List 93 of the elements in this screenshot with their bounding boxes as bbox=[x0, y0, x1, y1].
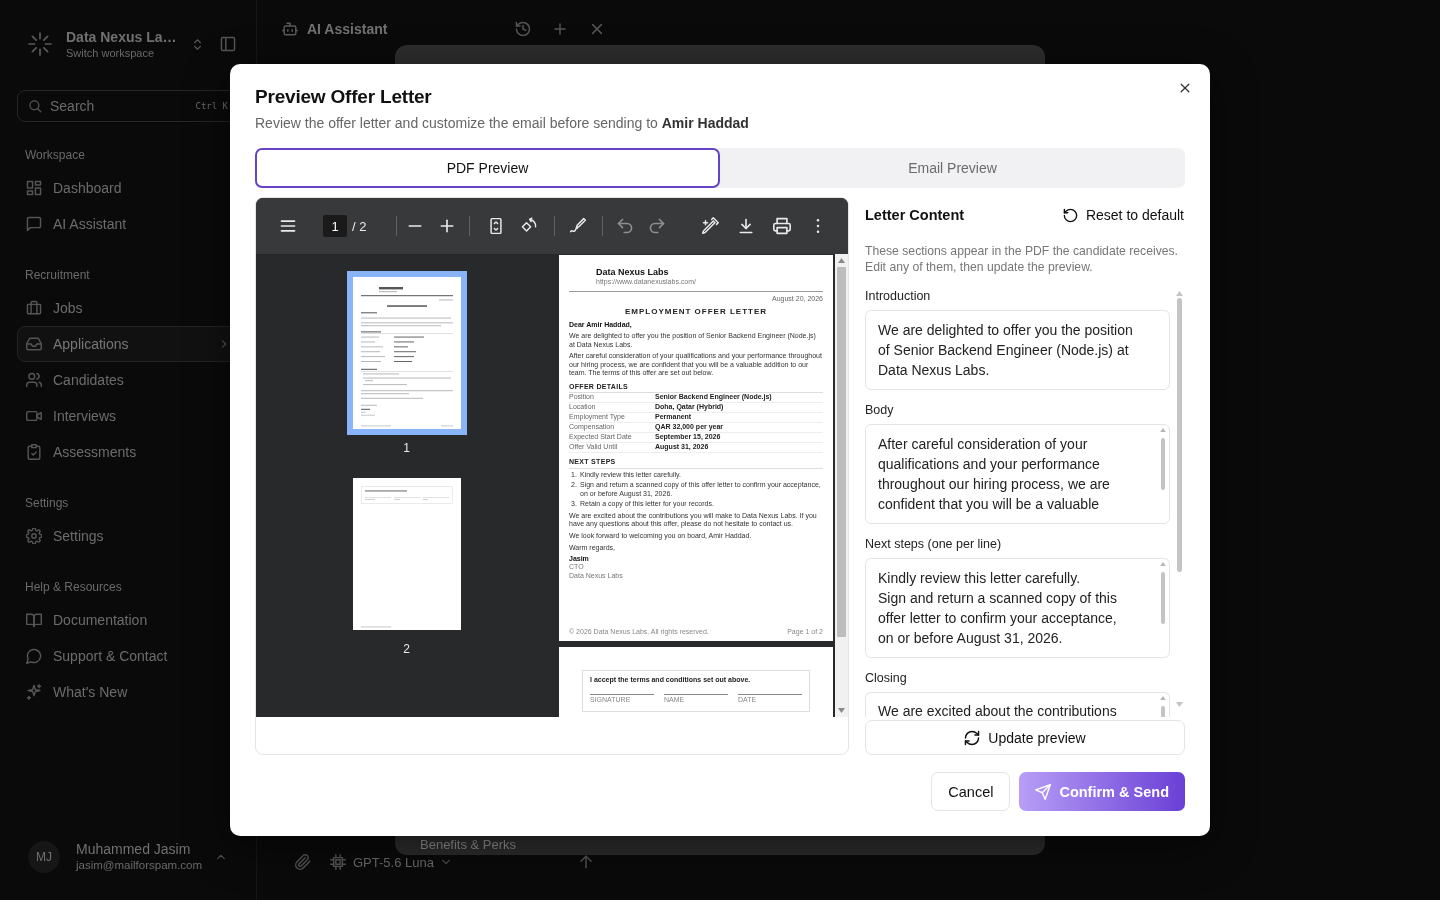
tab[interactable]: PDF Preview bbox=[255, 148, 720, 188]
scroll-down-arrow-icon[interactable] bbox=[1175, 702, 1183, 707]
nav-item[interactable]: Support & Contact bbox=[17, 638, 239, 674]
clipboard-check-icon bbox=[26, 444, 42, 460]
fill-in-line bbox=[590, 692, 654, 695]
nav-item[interactable]: What's New bbox=[17, 674, 239, 710]
tab[interactable]: Email Preview bbox=[720, 148, 1185, 188]
company-name: Data Nexus Labs bbox=[596, 267, 670, 278]
update-preview-button[interactable]: Update preview bbox=[865, 720, 1185, 755]
download-icon[interactable] bbox=[737, 217, 755, 235]
page-count: / 2 bbox=[352, 218, 368, 234]
open-book-icon bbox=[26, 612, 42, 628]
field-label: Body bbox=[865, 402, 895, 418]
page-number-field[interactable]: 1 bbox=[323, 215, 347, 237]
section-title: Help & Resources bbox=[24, 579, 123, 596]
nav-item[interactable]: Documentation bbox=[17, 602, 239, 638]
fill-in-line bbox=[664, 692, 728, 695]
scrollbar-thumb[interactable] bbox=[1160, 438, 1165, 490]
grid-icon bbox=[26, 180, 42, 196]
scroll-up-arrow-icon[interactable] bbox=[838, 258, 845, 263]
section-title: Recruitment bbox=[24, 267, 91, 284]
fit-page-icon[interactable] bbox=[487, 217, 505, 235]
plus-icon[interactable] bbox=[438, 217, 456, 235]
text-area[interactable]: We are delighted to offer you the position of Senior Backend Engineer (Node.js) at Data Nexus Labs. bbox=[865, 310, 1170, 390]
menu-icon[interactable] bbox=[279, 217, 297, 235]
gear-icon bbox=[26, 528, 42, 544]
field-label: Introduction bbox=[865, 288, 932, 304]
scrollbar-thumb[interactable] bbox=[1160, 572, 1165, 624]
scrollbar-thumb[interactable] bbox=[837, 267, 846, 637]
panel-description: These sections appear in the PDF the candidate receives. Edit any of them, then update the preview. bbox=[865, 243, 1179, 275]
workspace-name[interactable]: Data Nexus La… bbox=[66, 28, 177, 46]
video-camera-icon bbox=[26, 408, 42, 424]
scroll-up-arrow-icon[interactable] bbox=[1159, 562, 1166, 566]
section-title: Settings bbox=[24, 495, 70, 512]
user-email: jasim@mailforspam.com bbox=[76, 858, 203, 873]
scroll-up-arrow-icon[interactable] bbox=[1175, 291, 1183, 296]
chat-bubble-icon bbox=[26, 216, 42, 232]
send-icon bbox=[1035, 783, 1052, 800]
sparkle-logo-icon bbox=[28, 32, 52, 56]
confirm-send-button[interactable]: Confirm & Send bbox=[1019, 772, 1185, 811]
model-selector[interactable]: GPT-5.6 Luna bbox=[353, 854, 452, 870]
rotate-ccw-icon bbox=[1062, 207, 1078, 223]
people-icon bbox=[26, 372, 42, 388]
thumbnail-label: 2 bbox=[403, 641, 410, 657]
scroll-down-arrow-icon[interactable] bbox=[838, 708, 845, 713]
dialog-title: Preview Offer Letter bbox=[255, 85, 433, 109]
scrollbar-thumb[interactable] bbox=[1160, 706, 1165, 717]
user-avatar[interactable]: MJ bbox=[28, 841, 60, 873]
scrollbar-thumb[interactable] bbox=[1176, 298, 1182, 572]
paperclip-icon[interactable] bbox=[295, 854, 311, 870]
nav-item[interactable]: Assessments bbox=[17, 434, 239, 470]
briefcase-icon bbox=[26, 300, 42, 316]
search-icon bbox=[28, 99, 42, 113]
arrow-up-icon[interactable] bbox=[578, 854, 594, 870]
panel-title: Letter Content bbox=[865, 207, 965, 223]
fill-in-line bbox=[738, 692, 802, 695]
nav-item[interactable]: AI Assistant bbox=[17, 206, 239, 242]
printer-icon[interactable] bbox=[773, 217, 791, 235]
page-title: AI Assistant bbox=[307, 21, 388, 37]
nav-item[interactable]: Interviews bbox=[17, 398, 239, 434]
nav-item[interactable]: Jobs bbox=[17, 290, 239, 326]
page-thumbnail[interactable] bbox=[346, 271, 467, 435]
pen-squiggle-icon[interactable] bbox=[569, 217, 587, 235]
message-text: Benefits & Perks bbox=[420, 837, 517, 853]
scroll-up-arrow-icon[interactable] bbox=[1159, 696, 1166, 700]
section-title: Workspace bbox=[24, 147, 86, 164]
workspace-hint: Switch workspace bbox=[66, 45, 156, 60]
close-icon[interactable] bbox=[1178, 81, 1192, 95]
reset-button[interactable]: Reset to default bbox=[1049, 199, 1197, 231]
field-label: Closing bbox=[865, 670, 908, 686]
text-area[interactable]: After careful consideration of your qualifications and your performance throughout our hiring process, we are confident that you will be a valuable bbox=[865, 424, 1170, 524]
cancel-button[interactable]: Cancel bbox=[931, 772, 1011, 811]
refresh-icon bbox=[964, 729, 981, 746]
shortcut-hint: Ctrl K bbox=[195, 101, 228, 111]
thumbnail-label: 1 bbox=[403, 440, 410, 456]
user-name: Muhammed Jasim bbox=[76, 841, 192, 858]
nav-item[interactable]: Candidates bbox=[17, 362, 239, 398]
rotate-icon[interactable] bbox=[520, 217, 538, 235]
dialog-subtitle: Review the offer letter and customize the email before sending to Amir Haddad bbox=[255, 114, 750, 133]
chip-icon bbox=[330, 854, 346, 870]
nav-item[interactable]: Dashboard bbox=[17, 170, 239, 206]
scroll-up-arrow-icon[interactable] bbox=[1159, 428, 1166, 432]
sparkles-icon bbox=[26, 684, 42, 700]
robot-icon bbox=[282, 21, 298, 37]
field-label: Next steps (one per line) bbox=[865, 536, 1003, 552]
nav-item[interactable]: Settings bbox=[17, 518, 239, 554]
inbox-icon bbox=[26, 336, 42, 352]
pen-icon[interactable] bbox=[701, 217, 719, 235]
letter-heading: EMPLOYMENT OFFER LETTER bbox=[623, 306, 769, 317]
speech-bubble-icon bbox=[26, 648, 42, 664]
sidebar-toggle-icon[interactable] bbox=[220, 36, 237, 52]
history-icon[interactable] bbox=[515, 21, 531, 37]
text-area[interactable]: Kindly review this letter carefully. Sign and return a scanned copy of this offer letter to confirm your acceptance, on or before August 31, 2026. bbox=[865, 558, 1170, 658]
